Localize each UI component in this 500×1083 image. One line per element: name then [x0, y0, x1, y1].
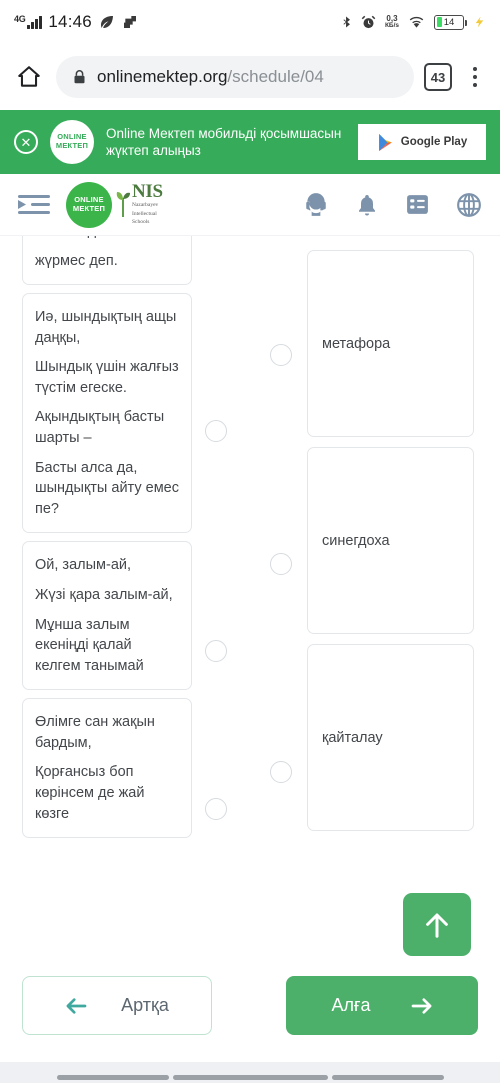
nis-subtitle-line3: Schools [132, 219, 150, 226]
task-list-icon[interactable] [405, 192, 430, 217]
arrow-right-icon [411, 997, 431, 1014]
prompt-radio-button[interactable] [205, 798, 227, 820]
browser-menu-button[interactable] [462, 67, 488, 87]
battery-indicator: 14 [434, 14, 467, 30]
online-mektep-logo[interactable]: ONLINE МЕКТЕП [66, 181, 112, 228]
task-navigation-footer: Артқа Алға [0, 968, 500, 1043]
nis-subtitle-line1: Nazarbayev [132, 202, 159, 209]
prompt-card-line: Басты алса да, шындықты айту емес пе? [35, 459, 179, 517]
prompt-card-line: Өлімге сан жақын бардым, [35, 714, 155, 751]
prompt-card-line: Ақындықтың басты шарты – [35, 409, 165, 447]
nav-recents-pill[interactable] [331, 1075, 444, 1080]
data-rate-indicator: 0,3 КБ/s [384, 14, 399, 30]
answer-radio-button[interactable] [270, 344, 292, 366]
app-header: ONLINE МЕКТЕП NIS Nazarbayev Intellectua… [0, 174, 500, 236]
prompt-card-line: Шындық үшін жалғыз түстім егеске. [35, 359, 179, 396]
nis-subtitle-line2: Intellectual [132, 210, 157, 217]
nav-home-pill[interactable] [172, 1075, 328, 1080]
nis-text-block: NIS Nazarbayev Intellectual Schools [132, 182, 163, 226]
back-button-label: Артқа [121, 995, 169, 1015]
alarm-clock-icon [361, 15, 376, 28]
sidebar-toggle-button[interactable] [18, 192, 52, 218]
system-status-bar: 4G 14:46 0,3 КБ/s 14 [0, 0, 500, 44]
prompt-card-line: Мұнша залым екеніңді қалай келгем таныма… [35, 616, 144, 674]
answer-card[interactable]: метафора [307, 250, 474, 437]
url-path: /schedule/04 [227, 67, 324, 86]
arrow-left-icon [66, 997, 87, 1014]
nis-title: NIS [132, 181, 163, 203]
puzzle-app-icon [123, 16, 136, 28]
online-mektep-banner-logo: ONLINE МЕКТЕП [50, 120, 94, 164]
answer-card-label: қайталау [322, 729, 383, 746]
bluetooth-icon [343, 16, 350, 28]
answer-card[interactable]: синегдоха [307, 447, 474, 634]
prompt-card[interactable]: Иә, шындықтың ащы даңқы, Шындық үшін жал… [22, 293, 192, 534]
prompt-card[interactable]: мойнында жүрмес деп. [22, 236, 192, 286]
status-bar-left: 4G 14:46 [14, 12, 138, 32]
browser-toolbar: onlinemektep.org/schedule/04 43 [0, 44, 500, 110]
scroll-to-top-button[interactable] [403, 893, 471, 956]
prompt-card-line: Ой, залым-ай, [35, 557, 132, 574]
prompt-card-column: мойнында жүрмес деп. Иә, шындықтың ащы д… [22, 236, 192, 846]
wifi-icon [409, 16, 424, 28]
home-button[interactable] [12, 60, 46, 94]
leaf-app-icon [100, 16, 113, 29]
back-button[interactable]: Артқа [22, 976, 212, 1035]
battery-level-label: 14 [443, 16, 455, 28]
answer-card-label: синегдоха [322, 532, 390, 549]
clock-time: 14:46 [48, 12, 92, 31]
close-icon[interactable]: ✕ [14, 130, 38, 154]
signal-strength-icon: 4G [14, 13, 43, 29]
nis-logo: NIS Nazarbayev Intellectual Schools [114, 182, 163, 226]
prompt-card-line: Қорғансыз боп көрінсем де жай көзге [35, 764, 145, 822]
system-navigation-bar [0, 1062, 500, 1083]
status-bar-right: 0,3 КБ/s 14 [341, 13, 486, 31]
notifications-bell-icon[interactable] [355, 192, 379, 218]
support-agent-icon[interactable] [303, 192, 329, 218]
prompt-card[interactable]: Өлімге сан жақын бардым, Қорғансыз боп к… [22, 698, 192, 839]
arrow-up-icon [426, 913, 448, 938]
answer-radio-button[interactable] [270, 553, 292, 575]
network-type-label: 4G [14, 13, 26, 24]
google-play-icon [378, 133, 392, 151]
next-button[interactable]: Алға [286, 976, 478, 1035]
charging-bolt-icon [475, 16, 484, 28]
prompt-card-line: Жүзі қара залым-ай, [35, 586, 173, 603]
answer-card-label: метафора [322, 335, 391, 352]
app-install-banner: ✕ ONLINE МЕКТЕП Online Мектеп мобильді қ… [0, 110, 500, 174]
prompt-card-line: жүрмес деп. [35, 252, 118, 269]
answer-card[interactable]: қайталау [307, 644, 474, 831]
url-bar[interactable]: onlinemektep.org/schedule/04 [56, 56, 414, 98]
prompt-card[interactable]: Ой, залым-ай, Жүзі қара залым-ай, Мұнша … [22, 541, 192, 691]
next-button-label: Алға [331, 995, 371, 1015]
banner-logo-line2: МЕКТЕП [55, 141, 89, 150]
data-rate-unit: КБ/s [384, 21, 399, 29]
language-globe-icon[interactable] [456, 192, 482, 218]
google-play-label: Google Play [400, 136, 468, 148]
google-play-button[interactable]: Google Play [358, 124, 486, 160]
banner-message: Online Мектеп мобильді қосымшасын жүктеп… [106, 125, 342, 158]
url-text: onlinemektep.org/schedule/04 [97, 67, 324, 87]
header-action-icons [303, 192, 482, 218]
url-domain: onlinemektep.org [97, 67, 228, 86]
answer-radio-button[interactable] [270, 761, 292, 783]
answer-card-column: метафора синегдоха қайталау [307, 250, 474, 841]
nav-back-pill[interactable] [56, 1075, 169, 1080]
lock-icon [74, 70, 85, 84]
prompt-radio-button[interactable] [205, 640, 227, 662]
home-icon [18, 66, 40, 87]
menu-indent-icon [18, 194, 50, 214]
prompt-card-line: мойнында [35, 236, 179, 242]
tab-counter-button[interactable]: 43 [424, 63, 452, 91]
matching-task-area: мойнында жүрмес деп. Иә, шындықтың ащы д… [0, 236, 500, 936]
nis-sprout-icon [116, 192, 130, 218]
prompt-card-line: Иә, шындықтың ащы даңқы, [35, 309, 177, 346]
header-logo-line2: МЕКТЕП [72, 203, 106, 213]
prompt-radio-button[interactable] [205, 420, 227, 442]
